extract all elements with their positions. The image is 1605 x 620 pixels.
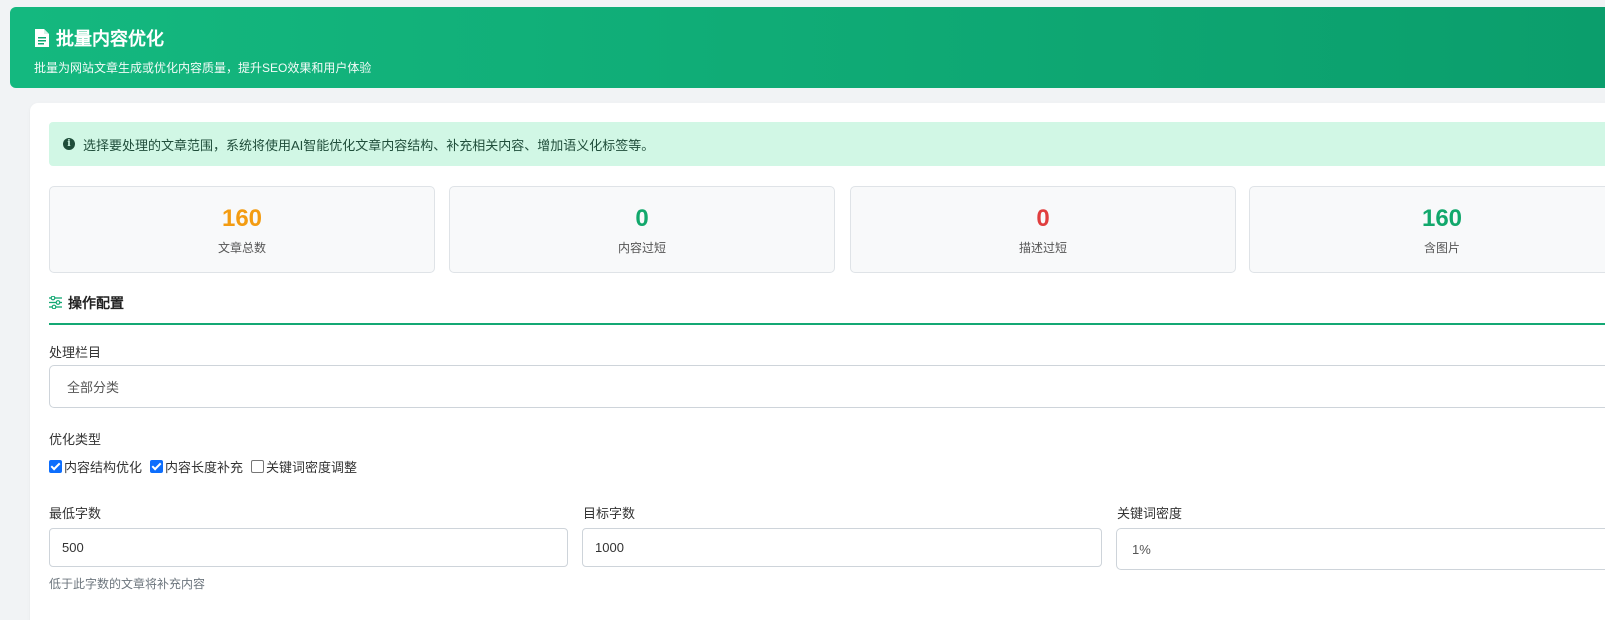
- min-words-input[interactable]: 500: [49, 528, 568, 567]
- stat-value: 0: [635, 205, 649, 232]
- config-title: 操作配置: [68, 295, 124, 311]
- keyword-density-label: 关键词密度: [1117, 506, 1183, 521]
- stat-value: 160: [1421, 205, 1463, 232]
- checkbox-label: 内容长度补充: [165, 460, 244, 475]
- stat-card-short-content: 0 内容过短: [449, 186, 835, 273]
- sliders-icon: [49, 296, 62, 309]
- category-label: 处理栏目: [49, 345, 102, 360]
- stat-card-with-images: 160 含图片: [1249, 186, 1605, 273]
- checkbox-checked[interactable]: [49, 460, 62, 473]
- stat-label: 描述过短: [1018, 241, 1067, 255]
- optimize-type-options: 内容结构优化 内容长度补充 关键词密度调整: [49, 457, 357, 476]
- stat-label: 文章总数: [217, 241, 266, 255]
- keyword-density-value: 1%: [1132, 541, 1151, 557]
- min-words-hint: 低于此字数的文章将补充内容: [49, 577, 206, 591]
- page-subtitle: 批量为网站文章生成或优化内容质量，提升SEO效果和用户体验: [34, 61, 372, 75]
- info-circle-icon: i: [63, 138, 75, 150]
- stat-label: 内容过短: [617, 241, 666, 255]
- stat-card-short-description: 0 描述过短: [850, 186, 1236, 273]
- min-words-label: 最低字数: [49, 506, 102, 521]
- config-section-title: 操作配置: [49, 293, 1605, 325]
- info-alert: i 选择要处理的文章范围，系统将使用AI智能优化文章内容结构、补充相关内容、增加…: [49, 122, 1605, 166]
- checkbox-label: 内容结构优化: [64, 460, 143, 475]
- stat-label: 含图片: [1423, 241, 1460, 255]
- checkbox-checked[interactable]: [150, 460, 164, 473]
- target-words-value: 1000: [595, 540, 624, 555]
- document-icon: [35, 29, 49, 47]
- checkbox-unchecked[interactable]: [251, 460, 265, 473]
- checkbox-keyword-density[interactable]: 关键词密度调整: [251, 457, 357, 476]
- optimize-type-label: 优化类型: [49, 432, 102, 447]
- target-words-input[interactable]: 1000: [582, 528, 1102, 567]
- checkbox-length[interactable]: 内容长度补充: [150, 457, 243, 476]
- keyword-density-input[interactable]: 1%: [1116, 528, 1605, 570]
- page-header: 批量内容优化 批量为网站文章生成或优化内容质量，提升SEO效果和用户体验: [10, 7, 1605, 88]
- target-words-label: 目标字数: [583, 506, 636, 521]
- checkbox-label: 关键词密度调整: [266, 460, 358, 475]
- page-title: 批量内容优化: [56, 29, 164, 49]
- main-panel: i 选择要处理的文章范围，系统将使用AI智能优化文章内容结构、补充相关内容、增加…: [30, 103, 1605, 620]
- stat-value: 160: [221, 205, 263, 232]
- category-select[interactable]: 全部分类: [49, 365, 1605, 408]
- min-words-value: 500: [62, 540, 84, 555]
- checkbox-structure[interactable]: 内容结构优化: [49, 457, 142, 476]
- category-select-value: 全部分类: [67, 380, 120, 395]
- info-text: 选择要处理的文章范围，系统将使用AI智能优化文章内容结构、补充相关内容、增加语义…: [83, 137, 655, 153]
- stat-card-total: 160 文章总数: [49, 186, 435, 273]
- stat-value: 0: [1036, 205, 1050, 232]
